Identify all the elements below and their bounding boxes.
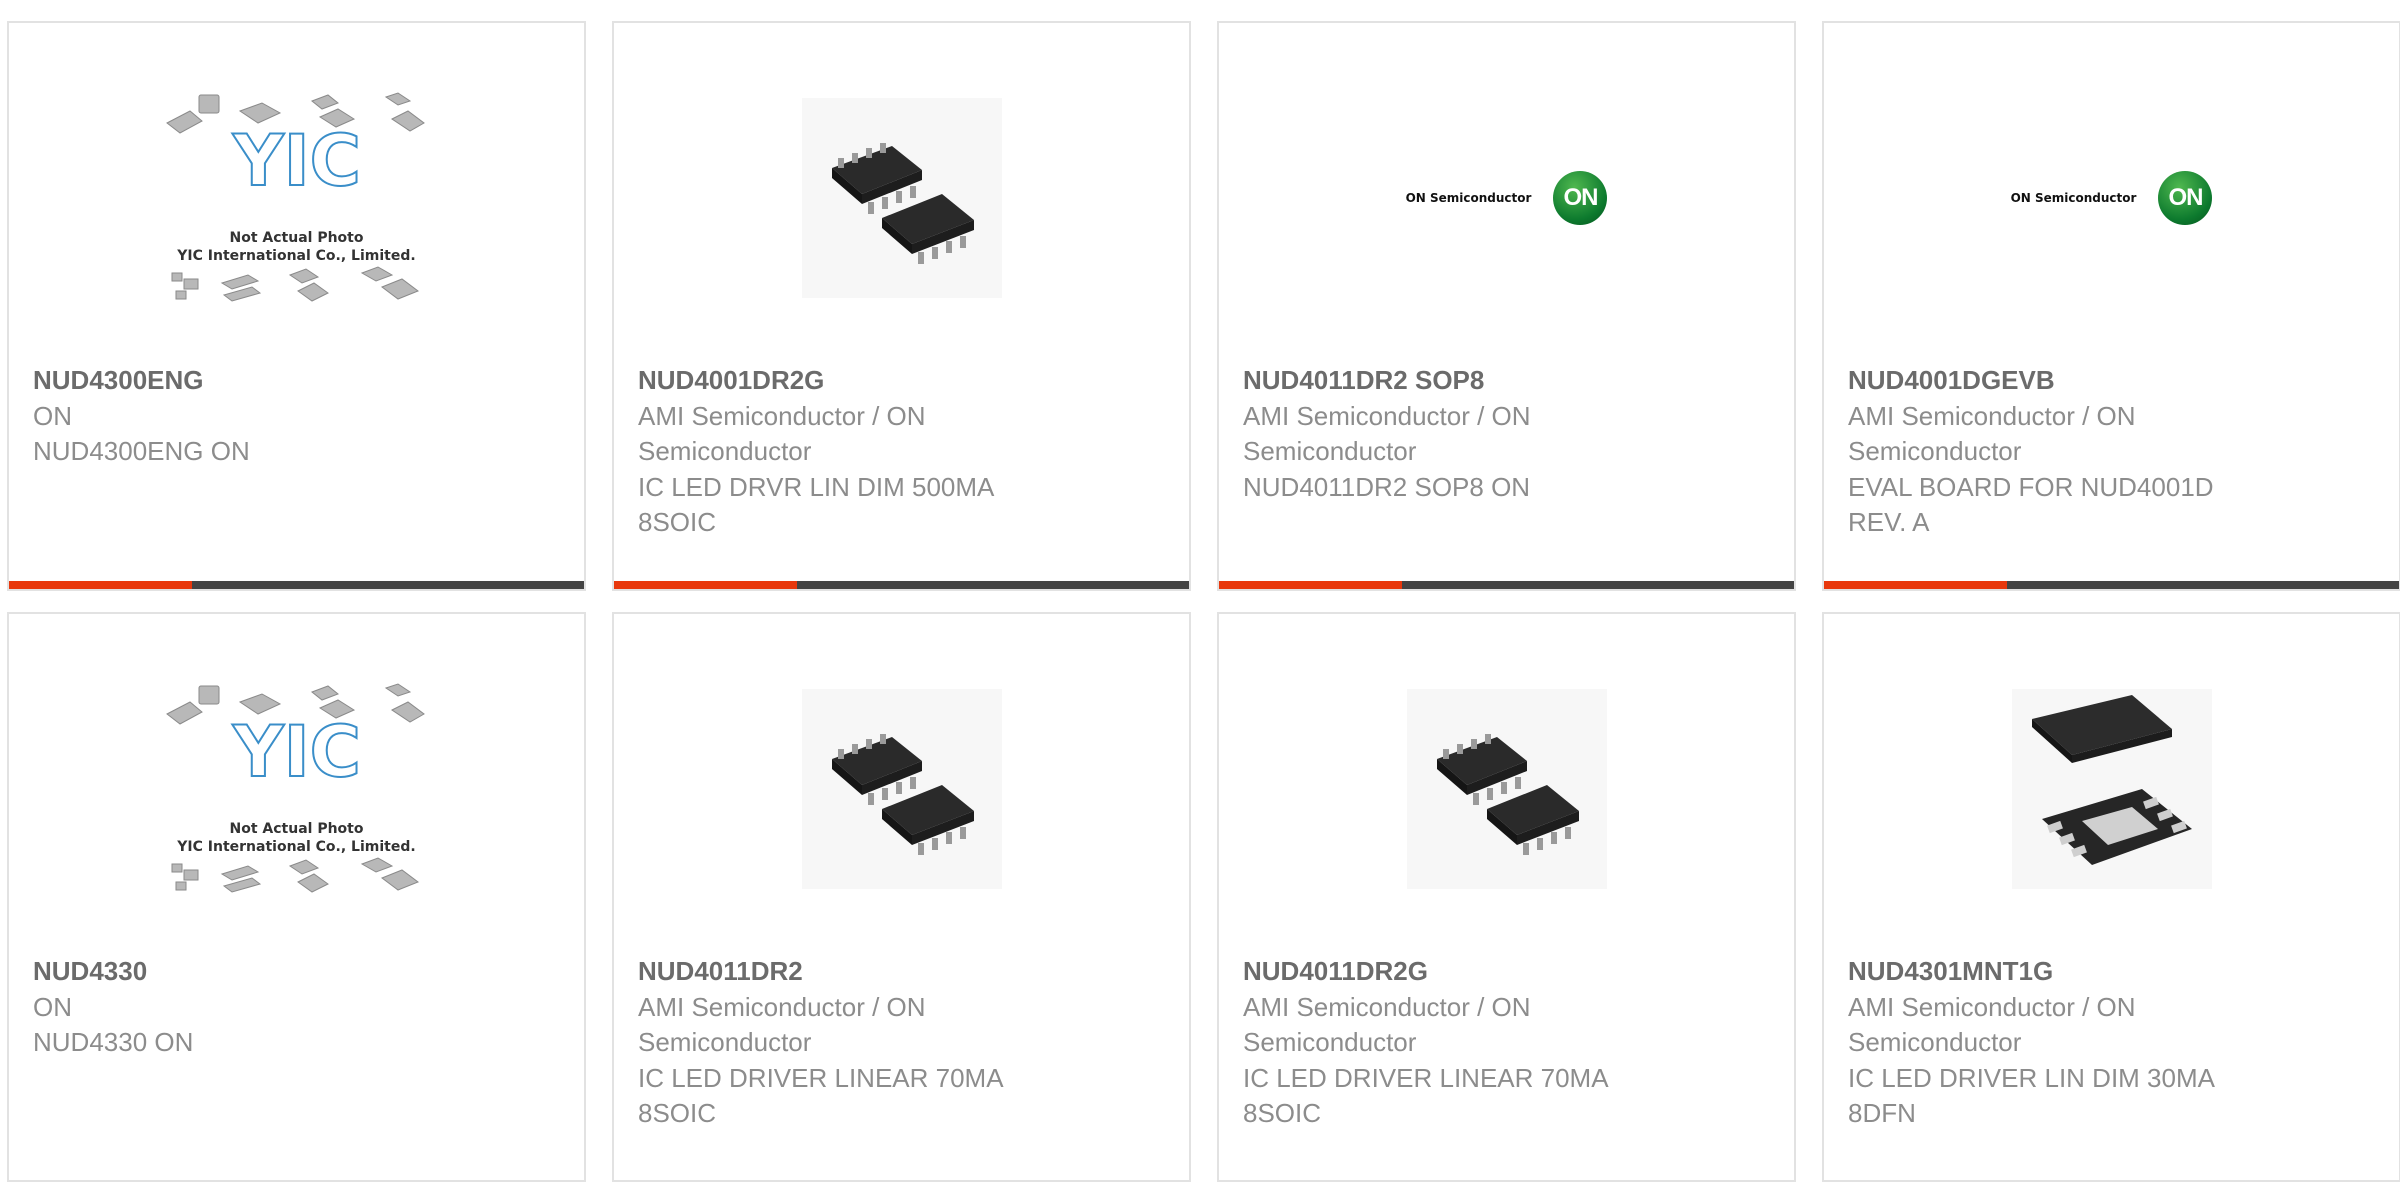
product-description: NUD4330 ON [33,1027,194,1057]
product-card[interactable]: YIC Not Actual Photo YIC International C… [7,612,586,1182]
product-name[interactable]: NUD4300ENG [33,363,564,399]
placeholder-caption-1: Not Actual Photo [229,230,364,246]
product-info: NUD4001DGEVB AMI Semiconductor / ON Semi… [1848,363,2379,541]
product-manufacturer: ON [33,991,72,1022]
card-bottom-bar [1219,581,1794,589]
product-info: NUD4011DR2 AMI Semiconductor / ON Semico… [638,954,1169,1132]
product-card[interactable]: ON Semiconductor ON NUD4011DR2 SOP8 AMI … [1217,21,1796,591]
card-accent-bar [1824,581,2007,589]
product-grid: YIC Not Actual Photo YIC International C… [7,21,2400,1182]
product-description: IC LED DRVR LIN DIM 500MA 8SOIC [638,471,993,538]
product-card[interactable]: ON Semiconductor ON NUD4001DGEVB AMI Sem… [1822,21,2400,591]
product-description: NUD4300ENG ON [33,436,250,466]
svg-text:YIC: YIC [231,120,360,202]
product-manufacturer: ON [33,400,72,431]
product-image[interactable] [614,674,1189,904]
product-name[interactable]: NUD4011DR2G [1243,954,1774,990]
product-name[interactable]: NUD4011DR2 SOP8 [1243,363,1774,399]
product-description: IC LED DRIVER LINEAR 70MA 8SOIC [638,1062,1003,1129]
card-accent-bar [1219,581,1402,589]
product-info: NUD4011DR2G AMI Semiconductor / ON Semic… [1243,954,1774,1132]
product-card[interactable]: YIC Not Actual Photo YIC International C… [7,21,586,591]
product-image[interactable]: YIC Not Actual Photo YIC International C… [9,83,584,313]
product-name[interactable]: NUD4001DGEVB [1848,363,2379,399]
product-info: NUD4301MNT1G AMI Semiconductor / ON Semi… [1848,954,2379,1132]
placeholder-caption-2: YIC International Co., Limited. [177,839,416,855]
product-manufacturer: AMI Semiconductor / ON Semiconductor [1848,400,2136,467]
placeholder-caption-1: Not Actual Photo [229,821,364,837]
card-bottom-bar [9,581,584,589]
yic-placeholder-image: YIC Not Actual Photo YIC International C… [162,674,432,904]
logo-company-name: ON Semiconductor [2010,191,2137,205]
product-manufacturer: AMI Semiconductor / ON Semiconductor [1243,400,1531,467]
product-info: NUD4300ENG ON NUD4300ENG ON [33,363,564,470]
soic8-package-image [801,689,1002,889]
svg-text:YIC: YIC [231,711,360,793]
on-badge-icon: ON [2158,171,2213,225]
product-image[interactable] [614,83,1189,313]
product-description: IC LED DRIVER LIN DIM 30MA 8DFN [1848,1062,2214,1129]
soic8-package-image [1406,689,1607,889]
product-name[interactable]: NUD4330 [33,954,564,990]
logo-company-name: ON Semiconductor [1405,191,1532,205]
yic-placeholder-image: YIC Not Actual Photo YIC International C… [162,83,432,313]
product-description: IC LED DRIVER LINEAR 70MA 8SOIC [1243,1062,1608,1129]
product-manufacturer: AMI Semiconductor / ON Semiconductor [1848,991,2136,1058]
product-name[interactable]: NUD4301MNT1G [1848,954,2379,990]
product-card[interactable]: NUD4011DR2 AMI Semiconductor / ON Semico… [612,612,1191,1182]
card-bottom-bar [1824,581,2399,589]
product-card[interactable]: NUD4011DR2G AMI Semiconductor / ON Semic… [1217,612,1796,1182]
product-image[interactable]: YIC Not Actual Photo YIC International C… [9,674,584,904]
card-bottom-bar [614,581,1189,589]
product-image[interactable] [1824,674,2399,904]
card-accent-bar [9,581,192,589]
on-semiconductor-logo: ON Semiconductor ON [2011,171,2213,225]
product-card[interactable]: NUD4001DR2G AMI Semiconductor / ON Semic… [612,21,1191,591]
product-info: NUD4001DR2G AMI Semiconductor / ON Semic… [638,363,1169,541]
product-description: EVAL BOARD FOR NUD4001D REV. A [1848,471,2214,538]
product-image[interactable]: ON Semiconductor ON [1219,83,1794,313]
product-card[interactable]: NUD4301MNT1G AMI Semiconductor / ON Semi… [1822,612,2400,1182]
dfn8-package-image [2011,689,2212,889]
product-manufacturer: AMI Semiconductor / ON Semiconductor [638,991,926,1058]
product-manufacturer: AMI Semiconductor / ON Semiconductor [638,400,926,467]
product-info: NUD4011DR2 SOP8 AMI Semiconductor / ON S… [1243,363,1774,505]
soic8-package-image [801,98,1002,298]
product-name[interactable]: NUD4001DR2G [638,363,1169,399]
on-semiconductor-logo: ON Semiconductor ON [1406,171,1608,225]
product-image[interactable] [1219,674,1794,904]
product-name[interactable]: NUD4011DR2 [638,954,1169,990]
product-info: NUD4330 ON NUD4330 ON [33,954,564,1061]
product-image[interactable]: ON Semiconductor ON [1824,83,2399,313]
product-description: NUD4011DR2 SOP8 ON [1243,471,1531,502]
on-badge-icon: ON [1553,171,1608,225]
placeholder-caption-2: YIC International Co., Limited. [177,248,416,264]
product-manufacturer: AMI Semiconductor / ON Semiconductor [1243,991,1531,1058]
card-accent-bar [614,581,797,589]
